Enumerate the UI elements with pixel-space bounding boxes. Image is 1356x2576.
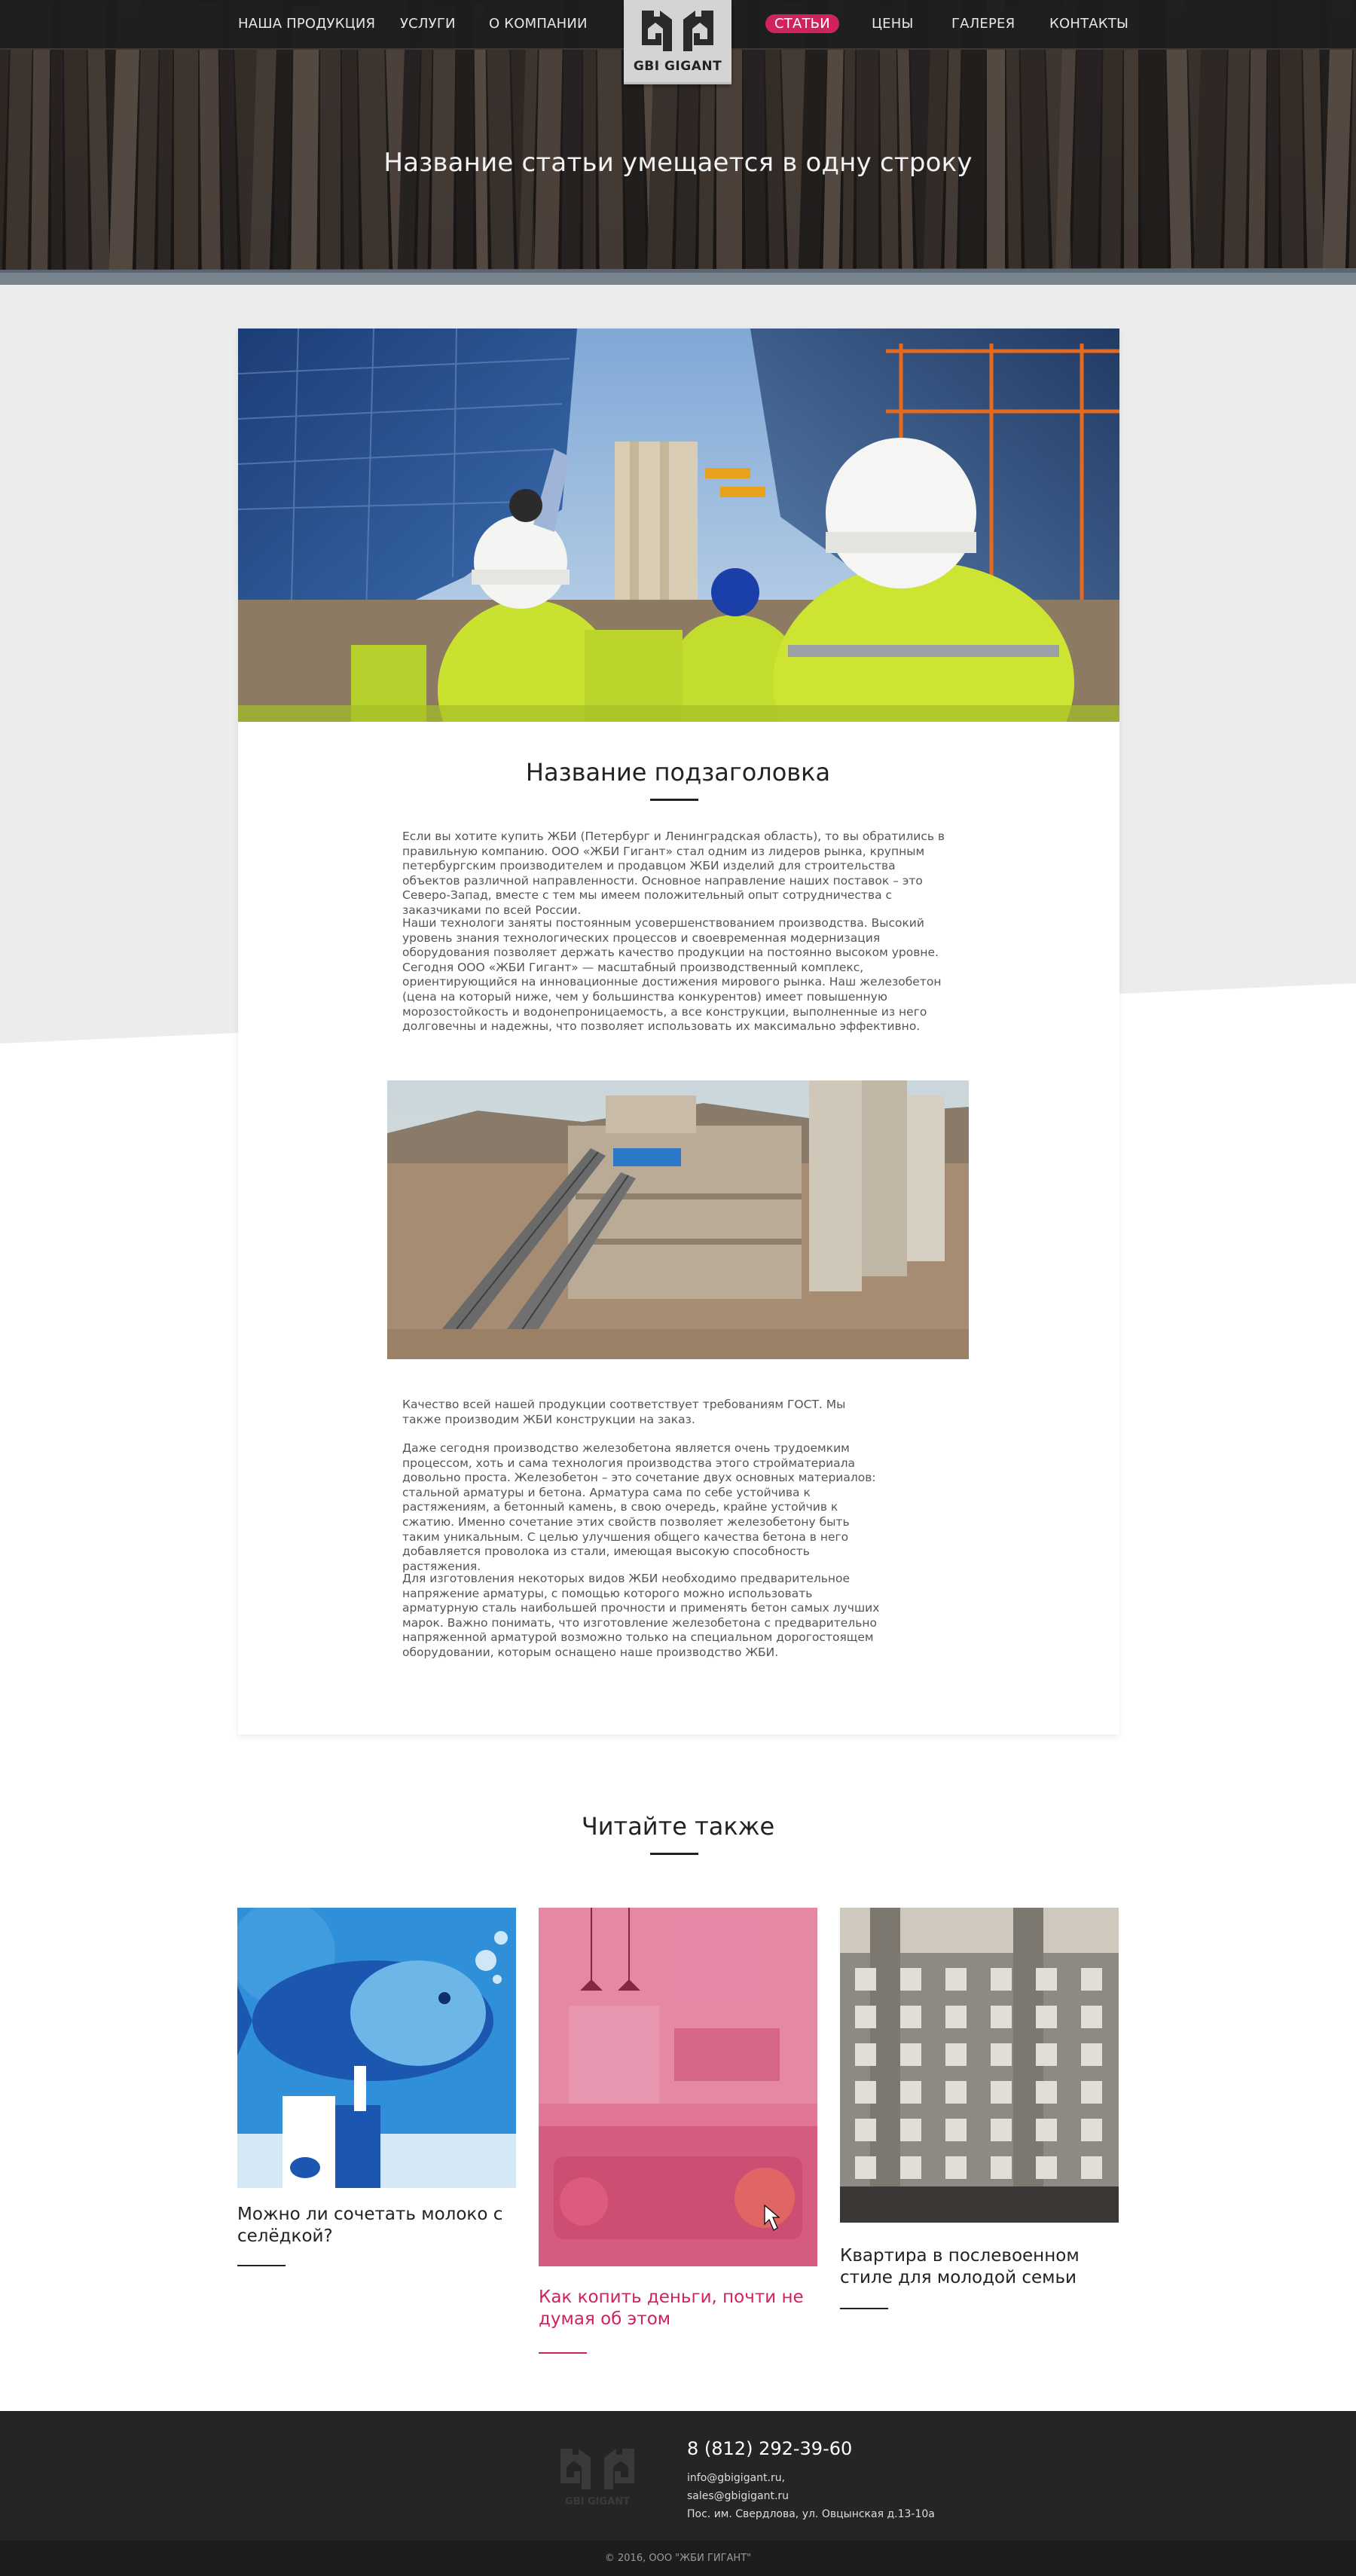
- logo-icon: [642, 11, 713, 51]
- caption-line: Можно ли сочетать молоко с: [237, 2205, 503, 2224]
- article-paragraph-3: Качество всей нашей продукции соответств…: [402, 1398, 846, 1426]
- caption-line: Как копить деньги, почти не: [539, 2287, 804, 2307]
- footer-logo-text: GBI GIGANT: [565, 2496, 630, 2507]
- article-paragraph-4: Даже сегодня производство железобетона я…: [402, 1441, 876, 1573]
- nav-services[interactable]: УСЛУГИ: [400, 16, 456, 32]
- nav-prices[interactable]: ЦЕНЫ: [872, 16, 914, 32]
- read-also-caption-2[interactable]: Как копить деньги, почти не думая об это…: [539, 2287, 817, 2330]
- nav-about[interactable]: О КОМПАНИИ: [489, 16, 588, 32]
- article-main-image: [238, 328, 1119, 722]
- building-image: [840, 1908, 1119, 2223]
- article-paragraph-2: Наши технологи заняты постоянным усоверш…: [402, 916, 942, 1034]
- footer-address: Пос. им. Свердлова, ул. Овцынская д.13-1…: [687, 2508, 935, 2520]
- read-also-item-2[interactable]: Как копить деньги, почти не думая об это…: [539, 1908, 817, 2354]
- footer-email-1[interactable]: info@gbigigant.ru,: [687, 2472, 785, 2484]
- page: НАША ПРОДУКЦИЯ УСЛУГИ О КОМПАНИИ СТАТЬИ …: [0, 0, 1356, 2576]
- caption-line: стиле для молодой семьи: [840, 2268, 1077, 2287]
- read-also-title: Читайте также: [581, 1812, 775, 1841]
- footer: GBI GIGANT 8 (812) 292-39-60 info@gbigig…: [0, 2411, 1356, 2541]
- footer-copyright: © 2016, ООО "ЖБИ ГИГАНТ": [0, 2541, 1356, 2576]
- article-subtitle: Название подзаголовка: [525, 758, 831, 787]
- subtitle-underline: [650, 799, 698, 801]
- caption-underline: [840, 2308, 888, 2309]
- read-also-caption-1[interactable]: Можно ли сочетать молоко с селёдкой?: [237, 2204, 516, 2248]
- caption-underline: [539, 2352, 587, 2354]
- nav-gallery[interactable]: ГАЛЕРЕЯ: [951, 16, 1015, 32]
- interior-image: [539, 1908, 817, 2266]
- hero-banner: НАША ПРОДУКЦИЯ УСЛУГИ О КОМПАНИИ СТАТЬИ …: [0, 0, 1356, 285]
- read-also-item-1[interactable]: Можно ли сочетать молоко с селёдкой?: [230, 1900, 516, 2266]
- site-logo[interactable]: GBI GIGANT: [624, 0, 731, 84]
- caption-underline: [237, 2265, 286, 2266]
- caption-line: Квартира в послевоенном: [840, 2246, 1080, 2266]
- nav-articles[interactable]: СТАТЬИ: [765, 14, 839, 33]
- caption-line: селёдкой?: [237, 2226, 333, 2246]
- footer-logo-icon[interactable]: GBI GIGANT: [556, 2444, 639, 2512]
- article-paragraph-1: Если вы хотите купить ЖБИ (Петербург и Л…: [402, 830, 945, 917]
- read-also-underline: [650, 1853, 698, 1855]
- read-also-item-3[interactable]: Квартира в послевоенном стиле для молодо…: [840, 1908, 1119, 2309]
- fish-milk-image: [230, 1900, 516, 2188]
- read-also-caption-3[interactable]: Квартира в послевоенном стиле для молодо…: [840, 2245, 1119, 2289]
- footer-email-2[interactable]: sales@gbigigant.ru: [687, 2490, 789, 2502]
- logo-text: GBI GIGANT: [633, 59, 722, 74]
- page-title: Название статьи умещается в одну строку: [383, 148, 973, 178]
- footer-phone[interactable]: 8 (812) 292-39-60: [687, 2438, 852, 2459]
- article-paragraph-5: Для изготовления некоторых видов ЖБИ нео…: [402, 1572, 880, 1659]
- caption-line: думая об этом: [539, 2309, 671, 2329]
- nav-products[interactable]: НАША ПРОДУКЦИЯ: [238, 16, 375, 32]
- nav-contacts[interactable]: КОНТАКТЫ: [1049, 16, 1128, 32]
- article-factory-image: [387, 1080, 969, 1359]
